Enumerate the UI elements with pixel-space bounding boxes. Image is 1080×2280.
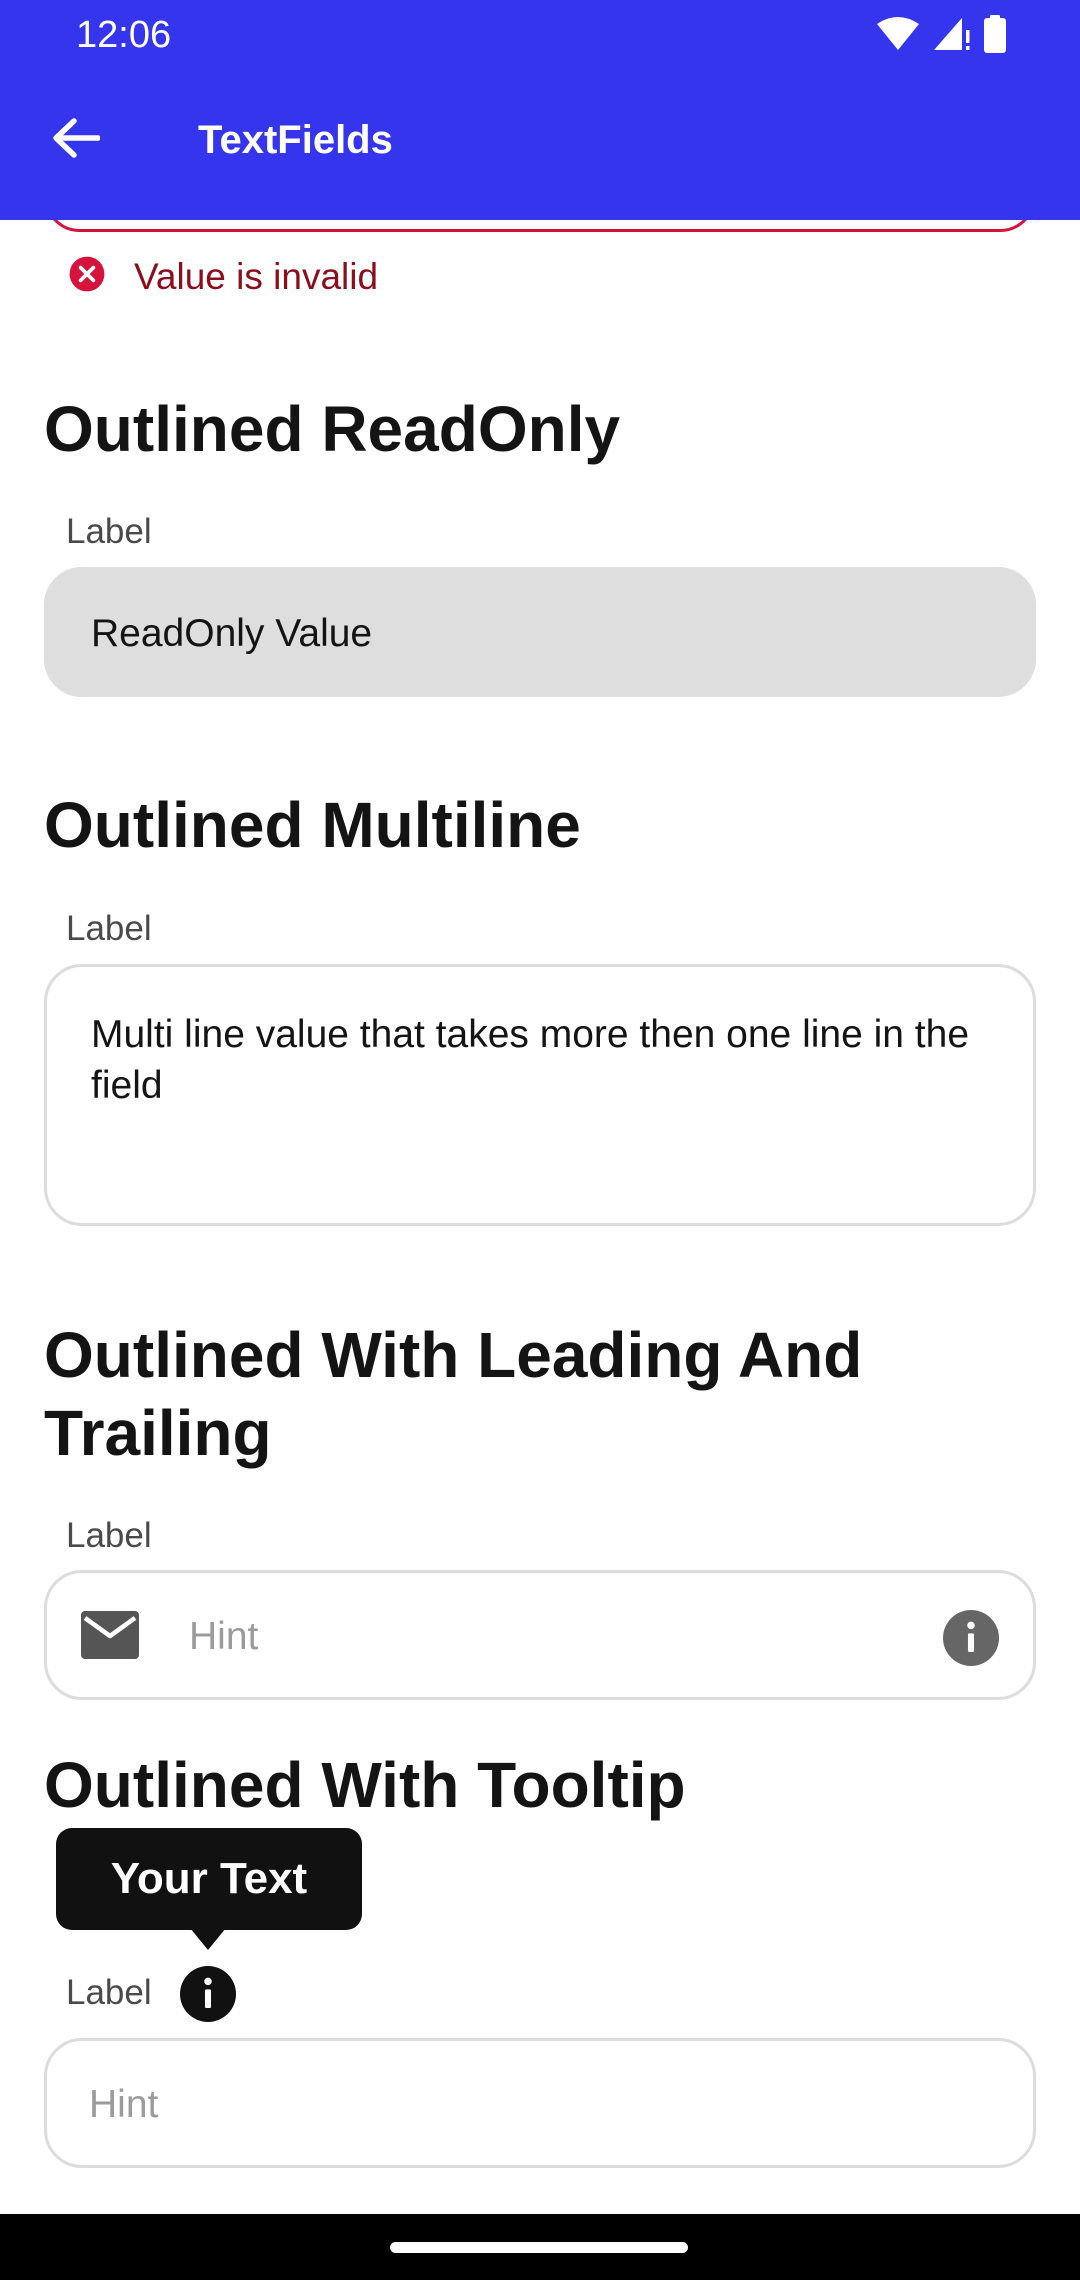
back-button[interactable] — [44, 108, 108, 172]
multiline-field-label: Label — [66, 909, 152, 948]
tooltip-field-label: Label — [66, 1973, 152, 2012]
leading-trailing-text-field[interactable]: Hint — [44, 1570, 1036, 1700]
info-icon[interactable] — [943, 1610, 999, 1671]
section-title-leading-trailing: Outlined With Leading And Trailing — [44, 1316, 862, 1472]
error-message: Value is invalid — [68, 255, 378, 298]
tooltip-text-field[interactable]: Hint — [44, 2038, 1036, 2168]
mail-icon — [81, 1611, 139, 1664]
info-icon[interactable] — [180, 1966, 236, 2027]
leading-trailing-field-hint: Hint — [189, 1615, 259, 1658]
leading-trailing-field-label: Label — [66, 1516, 152, 1555]
status-time: 12:06 — [76, 14, 172, 56]
multiline-text-field[interactable]: Multi line value that takes more then on… — [44, 964, 1036, 1226]
section-title-line-2: Trailing — [44, 1397, 272, 1469]
section-title-multiline: Outlined Multiline — [44, 789, 581, 861]
error-icon — [68, 255, 106, 298]
readonly-field-value: ReadOnly Value — [91, 612, 373, 655]
scroll-content[interactable]: Value is invalid Outlined ReadOnly Label… — [0, 0, 1080, 2214]
tooltip: Your Text — [56, 1828, 362, 1930]
app-bar: 12:06 TextFields — [0, 0, 1080, 220]
arrow-back-icon — [52, 117, 101, 163]
multiline-field-value: Multi line value that takes more then on… — [91, 1013, 970, 1107]
system-navigation-bar — [0, 2214, 1080, 2280]
error-text: Value is invalid — [134, 255, 379, 297]
section-title-line-1: Outlined With Leading And — [44, 1319, 863, 1391]
home-gesture-handle[interactable] — [390, 2242, 688, 2253]
tooltip-field-hint: Hint — [89, 2083, 159, 2126]
readonly-text-field: ReadOnly Value — [44, 567, 1036, 697]
readonly-field-label: Label — [66, 512, 152, 551]
wifi-icon — [876, 16, 920, 57]
signal-icon — [932, 16, 972, 57]
tooltip-arrow — [190, 1928, 226, 1950]
section-title-tooltip: Outlined With Tooltip — [44, 1749, 686, 1821]
page-title: TextFields — [198, 118, 393, 162]
section-title-readonly: Outlined ReadOnly — [44, 393, 621, 465]
battery-icon — [984, 14, 1006, 58]
status-icons — [876, 14, 1006, 58]
